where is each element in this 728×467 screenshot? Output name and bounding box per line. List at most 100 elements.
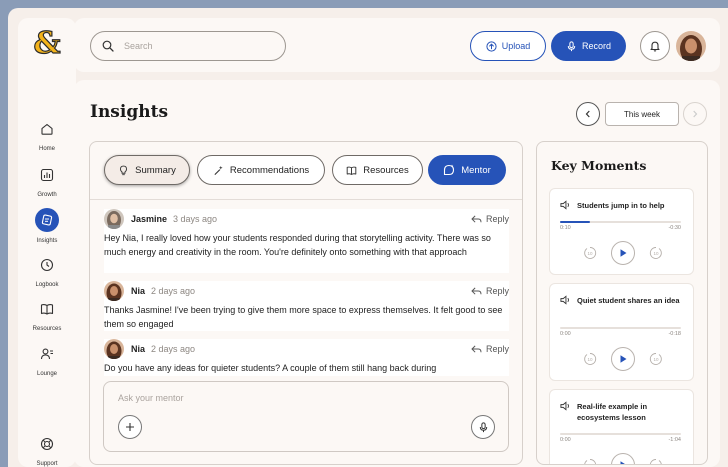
next-period-button[interactable] — [683, 102, 707, 126]
rewind-button[interactable]: 10 — [583, 352, 597, 366]
people-icon — [36, 343, 58, 365]
upload-icon — [486, 40, 497, 52]
chat-sparkle-icon — [444, 164, 455, 176]
reply-icon — [471, 215, 482, 223]
reply-button[interactable]: Reply — [471, 344, 509, 354]
tab-summary[interactable]: Summary — [104, 155, 190, 185]
tab-recommendations[interactable]: Recommendations — [197, 155, 325, 185]
clip-elapsed: 0:10 — [560, 225, 571, 231]
clip-remaining: -0:30 — [668, 225, 681, 231]
sidebar-item-growth[interactable]: Growth — [18, 164, 76, 198]
message-text: Hey Nia, I really loved how your student… — [104, 233, 491, 257]
reply-label: Reply — [485, 286, 509, 296]
author-name: Jasmine — [131, 214, 168, 224]
speaker-icon — [560, 295, 569, 305]
forward-button[interactable]: 10 — [649, 246, 663, 260]
search-input[interactable] — [124, 41, 264, 51]
sidebar-item-label: Logbook — [35, 282, 59, 288]
record-button[interactable]: Record — [551, 31, 626, 61]
plus-icon — [126, 423, 134, 431]
book-icon — [36, 298, 58, 320]
search-box[interactable] — [90, 31, 286, 61]
skip-seconds: 10 — [653, 357, 659, 362]
clip-title: Real-life example in ecosystems lesson — [577, 402, 648, 422]
notifications-button[interactable] — [640, 31, 670, 61]
sidebar-item-label: Insights — [36, 238, 58, 244]
chevron-right-icon — [693, 110, 698, 118]
skip-seconds: 10 — [587, 357, 593, 362]
sidebar-item-home[interactable]: Home — [18, 118, 76, 152]
clip-elapsed: 0:00 — [560, 437, 571, 443]
play-icon — [620, 249, 626, 257]
brand-logo[interactable]: & — [32, 28, 62, 59]
message-text: Thanks Jasmine! I've been trying to give… — [104, 305, 503, 329]
forward-button[interactable]: 10 — [649, 458, 663, 465]
forward-button[interactable]: 10 — [649, 352, 663, 366]
avatar — [104, 339, 124, 359]
tabs-divider — [90, 199, 522, 200]
tab-label: Recommendations — [229, 164, 310, 176]
clip-progress[interactable] — [560, 433, 681, 435]
skip-seconds: 10 — [653, 251, 659, 256]
user-avatar[interactable] — [676, 31, 706, 61]
clip-progress[interactable] — [560, 327, 681, 329]
main-panel: Insights This week Summary Recommendatio… — [74, 80, 720, 467]
key-moment-clip: Quiet student shares an idea 0:00 -0:18 … — [549, 283, 694, 381]
book-icon — [346, 166, 357, 175]
forward-10-icon: 10 — [649, 353, 662, 365]
tab-resources[interactable]: Resources — [332, 155, 423, 185]
mentor-input[interactable] — [118, 393, 418, 403]
key-moment-clip: Real-life example in ecosystems lesson 0… — [549, 389, 694, 465]
author-name: Nia — [131, 344, 146, 354]
author-name: Nia — [131, 286, 146, 296]
play-icon — [620, 461, 625, 464]
reply-icon — [471, 345, 482, 353]
top-bar: Upload Record — [74, 18, 720, 72]
period-selector[interactable]: This week — [605, 102, 679, 126]
play-icon — [620, 355, 626, 363]
attach-button[interactable] — [118, 415, 142, 439]
reply-label: Reply — [485, 214, 509, 224]
message-item: Nia 2 days ago Reply Do you have any ide… — [104, 339, 509, 376]
skip-seconds: 10 — [653, 463, 659, 465]
sidebar-item-logbook[interactable]: Logbook — [18, 254, 76, 288]
voice-input-button[interactable] — [471, 415, 495, 439]
sidebar-item-label: Growth — [37, 192, 57, 198]
clip-elapsed: 0:00 — [560, 331, 571, 337]
clip-remaining: -1:04 — [668, 437, 681, 443]
clip-progress[interactable] — [560, 221, 681, 223]
forward-10-icon: 10 — [649, 247, 662, 259]
clip-remaining: -0:18 — [668, 331, 681, 337]
previous-period-button[interactable] — [576, 102, 600, 126]
chevron-left-icon — [585, 110, 590, 118]
speaker-icon — [560, 401, 569, 411]
play-button[interactable] — [610, 241, 635, 265]
message-item: Nia 2 days ago Reply Thanks Jasmine! I'v… — [104, 281, 509, 331]
app-frame: & Home Growth Insights Logbook Resources… — [8, 8, 728, 467]
sidebar-item-insights[interactable]: Insights — [18, 208, 76, 244]
search-icon — [102, 40, 114, 52]
sidebar-item-resources[interactable]: Resources — [18, 298, 76, 332]
mentor-composer — [103, 381, 509, 452]
rewind-button[interactable]: 10 — [583, 458, 597, 464]
sidebar-item-support[interactable]: Support — [18, 433, 76, 467]
upload-button[interactable]: Upload — [470, 31, 546, 61]
tab-mentor[interactable]: Mentor — [428, 155, 506, 185]
play-button[interactable] — [610, 453, 635, 464]
conversation-card: Summary Recommendations Resources Mentor — [89, 141, 523, 465]
key-moments-panel: Key Moments Students jump in to help 0:1… — [536, 141, 708, 465]
sidebar-item-label: Lounge — [36, 371, 58, 377]
reply-label: Reply — [485, 344, 509, 354]
reply-button[interactable]: Reply — [471, 286, 509, 296]
forward-10-icon: 10 — [649, 459, 662, 465]
rewind-button[interactable]: 10 — [583, 246, 597, 260]
sidebar-item-label: Support — [36, 461, 58, 467]
play-button[interactable] — [610, 347, 635, 371]
insights-icon — [35, 208, 59, 232]
clip-title: Students jump in to help — [577, 201, 665, 210]
lifebuoy-icon — [36, 433, 58, 455]
reply-button[interactable]: Reply — [471, 214, 509, 224]
tab-label: Mentor — [461, 164, 491, 176]
tab-label: Summary — [135, 164, 176, 176]
sidebar-item-lounge[interactable]: Lounge — [18, 343, 76, 377]
